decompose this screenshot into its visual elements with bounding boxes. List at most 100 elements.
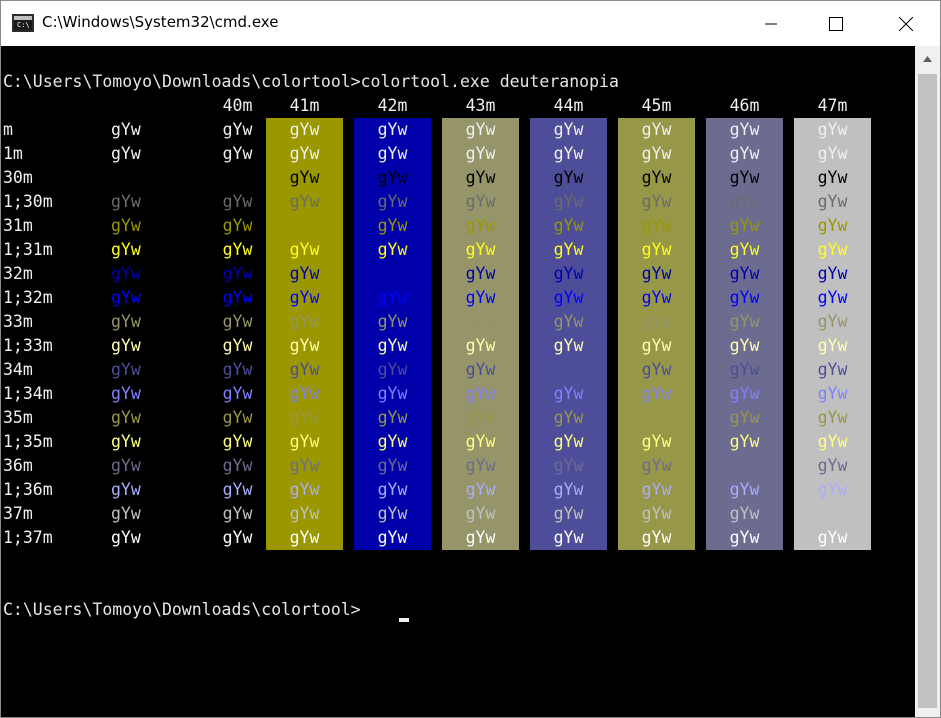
sample-cell: gYw: [641, 456, 672, 475]
sample-cell: gYw: [111, 432, 141, 451]
title-bar[interactable]: C:\ C:\Windows\System32\cmd.exe: [1, 1, 940, 46]
sample-cell: gYw: [553, 504, 584, 523]
window-title: C:\Windows\System32\cmd.exe: [42, 13, 279, 31]
column-header: 40m: [222, 96, 253, 115]
sample-cell: gYw: [289, 360, 320, 379]
sample-cell: gYw: [465, 408, 496, 427]
prompt-line: C:\Users\Tomoyo\Downloads\colortool>: [3, 600, 361, 619]
sample-cell: gYw: [553, 312, 584, 331]
vertical-scrollbar[interactable]: [915, 46, 940, 717]
sample-cell: gYw: [377, 360, 408, 379]
sample-cell: gYw: [465, 312, 496, 331]
sample-cell: gYw: [289, 480, 320, 499]
sample-cell: gYw: [641, 168, 672, 187]
sample-cell: gYw: [222, 288, 253, 307]
sample-cell: gYw: [111, 336, 141, 355]
sample-cell: gYw: [553, 216, 584, 235]
sample-cell: gYw: [377, 384, 408, 403]
sample-cell: gYw: [729, 336, 760, 355]
sample-cell: gYw: [377, 528, 408, 547]
sample-cell: gYw: [222, 240, 253, 259]
sample-cell: gYw: [553, 192, 584, 211]
sample-cell: gYw: [289, 192, 320, 211]
scroll-up-button[interactable]: [915, 46, 940, 71]
sample-cell: gYw: [377, 264, 408, 283]
sample-cell: gYw: [222, 528, 253, 547]
minimize-icon: [765, 23, 777, 24]
sample-cell: gYw: [641, 528, 672, 547]
sample-cell: gYw: [465, 120, 496, 139]
sample-cell: gYw: [222, 168, 253, 187]
sample-cell: gYw: [289, 528, 320, 547]
minimize-button[interactable]: [748, 1, 794, 46]
sample-cell: gYw: [553, 264, 584, 283]
column-header: 44m: [553, 96, 584, 115]
sample-cell: gYw: [465, 432, 496, 451]
sample-cell: gYw: [289, 456, 320, 475]
sample-cell: gYw: [817, 456, 848, 475]
sample-cell: gYw: [222, 192, 253, 211]
sample-cell: gYw: [817, 312, 848, 331]
sample-cell: gYw: [111, 312, 141, 331]
sample-cell: gYw: [377, 504, 408, 523]
sample-cell: gYw: [641, 144, 672, 163]
console-icon[interactable]: C:\: [12, 14, 34, 32]
sample-cell: gYw: [465, 264, 496, 283]
sample-cell: gYw: [641, 384, 672, 403]
sample-cell: gYw: [465, 216, 496, 235]
sample-cell: gYw: [465, 168, 496, 187]
close-button[interactable]: [883, 1, 929, 46]
sample-cell: gYw: [729, 192, 760, 211]
sample-cell: gYw: [111, 144, 141, 163]
sample-cell: gYw: [817, 264, 848, 283]
sample-cell: gYw: [465, 456, 496, 475]
scrollbar-thumb[interactable]: [918, 74, 937, 708]
sample-cell: gYw: [729, 168, 760, 187]
sample-cell: gYw: [111, 288, 141, 307]
sample-cell: gYw: [817, 288, 848, 307]
sample-cell: gYw: [553, 288, 584, 307]
sample-cell: gYw: [111, 360, 141, 379]
sample-cell: gYw: [817, 504, 848, 523]
sample-cell: gYw: [111, 240, 141, 259]
sample-cell: gYw: [465, 288, 496, 307]
row-label: 32m: [3, 264, 33, 283]
sample-cell: gYw: [729, 432, 760, 451]
console-output[interactable]: C:\Users\Tomoyo\Downloads\colortool>colo…: [1, 46, 915, 717]
close-icon: [899, 16, 913, 31]
sample-cell: gYw: [729, 240, 760, 259]
sample-cell: gYw: [553, 408, 584, 427]
sample-cell: gYw: [289, 408, 320, 427]
sample-cell: gYw: [641, 312, 672, 331]
sample-cell: gYw: [222, 408, 253, 427]
sample-cell: gYw: [553, 432, 584, 451]
sample-cell: gYw: [817, 216, 848, 235]
column-header: 46m: [729, 96, 760, 115]
sample-cell: gYw: [817, 432, 848, 451]
sample-cell: gYw: [222, 312, 253, 331]
row-label: 1;33m: [3, 336, 53, 355]
sample-cell: gYw: [222, 384, 253, 403]
sample-cell: gYw: [222, 360, 253, 379]
sample-cell: gYw: [222, 456, 253, 475]
maximize-button[interactable]: [813, 1, 859, 46]
sample-cell: gYw: [729, 504, 760, 523]
sample-cell: gYw: [817, 240, 848, 259]
sample-cell: gYw: [729, 120, 760, 139]
sample-cell: gYw: [465, 192, 496, 211]
sample-cell: gYw: [729, 480, 760, 499]
row-label: 1m: [3, 144, 23, 163]
sample-cell: gYw: [553, 384, 584, 403]
sample-cell: gYw: [729, 384, 760, 403]
sample-cell: gYw: [465, 480, 496, 499]
sample-cell: gYw: [111, 168, 141, 187]
sample-cell: gYw: [222, 336, 253, 355]
sample-cell: gYw: [222, 120, 253, 139]
sample-cell: gYw: [553, 480, 584, 499]
sample-cell: gYw: [289, 432, 320, 451]
sample-cell: gYw: [377, 432, 408, 451]
sample-cell: gYw: [465, 384, 496, 403]
column-header: 41m: [289, 96, 320, 115]
sample-cell: gYw: [289, 336, 320, 355]
sample-cell: gYw: [641, 192, 672, 211]
